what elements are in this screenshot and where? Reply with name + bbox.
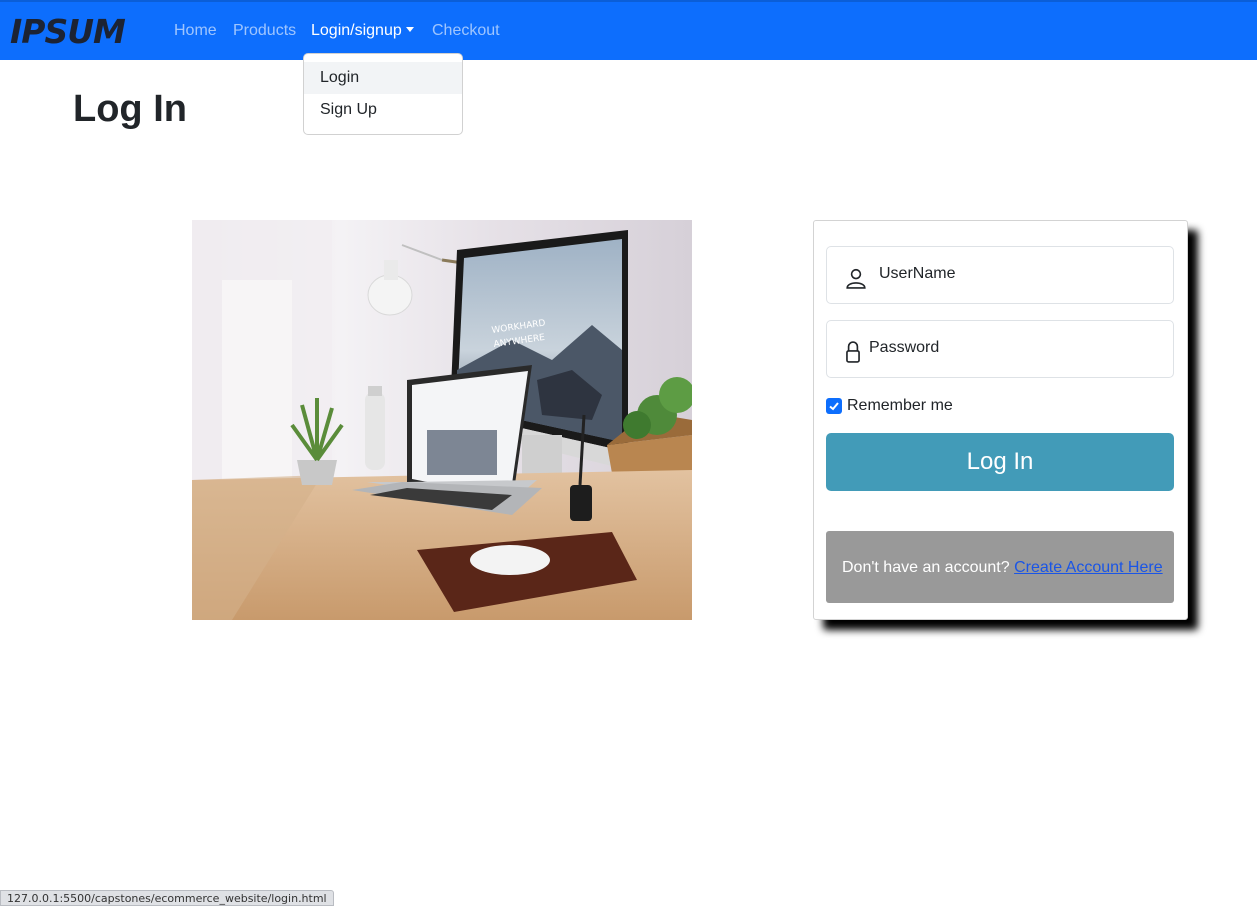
login-button[interactable]: Log In <box>826 433 1174 491</box>
brand-logo-text: IPSUM <box>10 12 126 51</box>
login-form-card: Remember me Log In Don't have an account… <box>813 220 1188 620</box>
nav-login-signup-dropdown[interactable]: Login/signup <box>311 22 414 40</box>
password-input[interactable] <box>869 339 1129 357</box>
nav-products-link[interactable]: Products <box>233 22 296 40</box>
create-account-text: Don't have an account? Create Account He… <box>842 559 1163 577</box>
nav-home-link[interactable]: Home <box>174 22 217 40</box>
login-signup-dropdown-menu: Login Sign Up <box>303 53 463 135</box>
person-icon <box>846 268 866 289</box>
checkmark-icon <box>829 402 839 411</box>
no-account-text: Don't have an account? <box>842 559 1010 576</box>
username-field[interactable] <box>826 246 1174 304</box>
username-input[interactable] <box>879 265 1139 283</box>
workspace-photo: WORKHARD ANYWHERE <box>192 220 692 620</box>
dropdown-item-login[interactable]: Login <box>304 62 462 94</box>
lock-icon <box>846 341 860 363</box>
brand-logo[interactable]: IPSUM <box>10 14 140 50</box>
navbar: IPSUM Home Products Login/signup Checkou… <box>0 0 1257 60</box>
create-account-link[interactable]: Create Account Here <box>1014 559 1163 576</box>
nav-checkout-link[interactable]: Checkout <box>432 22 500 40</box>
password-field[interactable] <box>826 320 1174 378</box>
create-account-box: Don't have an account? Create Account He… <box>826 531 1174 603</box>
browser-status-bar-url: 127.0.0.1:5500/capstones/ecommerce_websi… <box>0 890 334 906</box>
page-title: Log In <box>73 88 187 130</box>
nav-login-signup-label: Login/signup <box>311 22 402 39</box>
caret-down-icon <box>405 26 414 32</box>
dropdown-item-signup[interactable]: Sign Up <box>304 94 462 126</box>
remember-me-checkbox[interactable]: Remember me <box>826 397 953 415</box>
checkbox-checked-icon[interactable] <box>826 398 842 414</box>
remember-me-label: Remember me <box>847 397 953 414</box>
